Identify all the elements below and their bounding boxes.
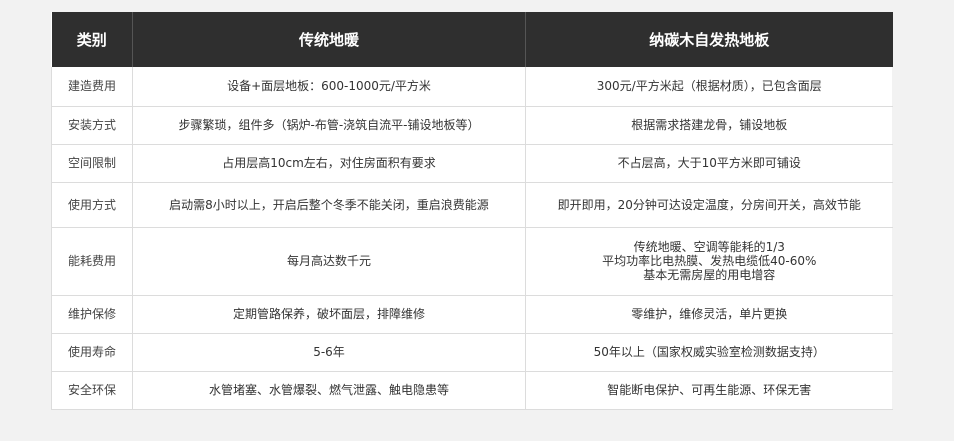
row-nano-line: 基本无需房屋的用电增容 (643, 268, 776, 282)
row-traditional: 每月高达数千元 (132, 227, 526, 296)
table-row: 使用寿命 5-6年 50年以上（国家权威实验室检测数据支持） (51, 333, 893, 372)
row-traditional: 步骤繁琐，组件多（锅炉-布管-浇筑自流平-铺设地板等） (132, 106, 526, 145)
row-category: 使用寿命 (51, 333, 133, 372)
row-traditional: 定期管路保养，破坏面层，排障维修 (132, 295, 526, 334)
row-nano-line: 平均功率比电热膜、发热电缆低40-60% (602, 254, 817, 268)
row-nano: 智能断电保护、可再生能源、环保无害 (525, 371, 893, 410)
row-nano: 不占层高，大于10平方米即可铺设 (525, 144, 893, 183)
row-traditional: 占用层高10cm左右，对住房面积有要求 (132, 144, 526, 183)
row-traditional: 水管堵塞、水管爆裂、燃气泄露、触电隐患等 (132, 371, 526, 410)
row-nano: 传统地暖、空调等能耗的1/3 平均功率比电热膜、发热电缆低40-60% 基本无需… (525, 227, 893, 296)
row-traditional: 启动需8小时以上，开启后整个冬季不能关闭，重启浪费能源 (132, 182, 526, 228)
row-category: 能耗费用 (51, 227, 133, 296)
row-nano: 300元/平方米起（根据材质），已包含面层 (525, 67, 893, 107)
table-row: 安全环保 水管堵塞、水管爆裂、燃气泄露、触电隐患等 智能断电保护、可再生能源、环… (51, 371, 893, 410)
table-row: 空间限制 占用层高10cm左右，对住房面积有要求 不占层高，大于10平方米即可铺… (51, 144, 893, 183)
table-row: 使用方式 启动需8小时以上，开启后整个冬季不能关闭，重启浪费能源 即开即用，20… (51, 182, 893, 228)
row-category: 安全环保 (51, 371, 133, 410)
table-row: 能耗费用 每月高达数千元 传统地暖、空调等能耗的1/3 平均功率比电热膜、发热电… (51, 227, 893, 296)
row-nano: 零维护，维修灵活，单片更换 (525, 295, 893, 334)
row-category: 安装方式 (51, 106, 133, 145)
table-row: 维护保修 定期管路保养，破坏面层，排障维修 零维护，维修灵活，单片更换 (51, 295, 893, 334)
row-nano-line: 传统地暖、空调等能耗的1/3 (633, 240, 785, 254)
table-header-row: 类别 传统地暖 纳碳木自发热地板 (51, 12, 893, 67)
row-traditional: 5-6年 (132, 333, 526, 372)
header-category: 类别 (51, 12, 133, 67)
row-nano: 根据需求搭建龙骨，铺设地板 (525, 106, 893, 145)
row-traditional: 设备+面层地板：600-1000元/平方米 (132, 67, 526, 107)
row-category: 维护保修 (51, 295, 133, 334)
table-row: 建造费用 设备+面层地板：600-1000元/平方米 300元/平方米起（根据材… (51, 67, 893, 107)
row-category: 使用方式 (51, 182, 133, 228)
header-traditional: 传统地暖 (132, 12, 526, 67)
comparison-table-frame: 类别 传统地暖 纳碳木自发热地板 建造费用 设备+面层地板：600-1000元/… (51, 12, 893, 410)
row-nano: 50年以上（国家权威实验室检测数据支持） (525, 333, 893, 372)
row-category: 建造费用 (51, 67, 133, 107)
row-nano: 即开即用，20分钟可达设定温度，分房间开关，高效节能 (525, 182, 893, 228)
row-category: 空间限制 (51, 144, 133, 183)
header-nano: 纳碳木自发热地板 (525, 12, 893, 67)
comparison-table: 类别 传统地暖 纳碳木自发热地板 建造费用 设备+面层地板：600-1000元/… (51, 12, 893, 410)
table-row: 安装方式 步骤繁琐，组件多（锅炉-布管-浇筑自流平-铺设地板等） 根据需求搭建龙… (51, 106, 893, 145)
